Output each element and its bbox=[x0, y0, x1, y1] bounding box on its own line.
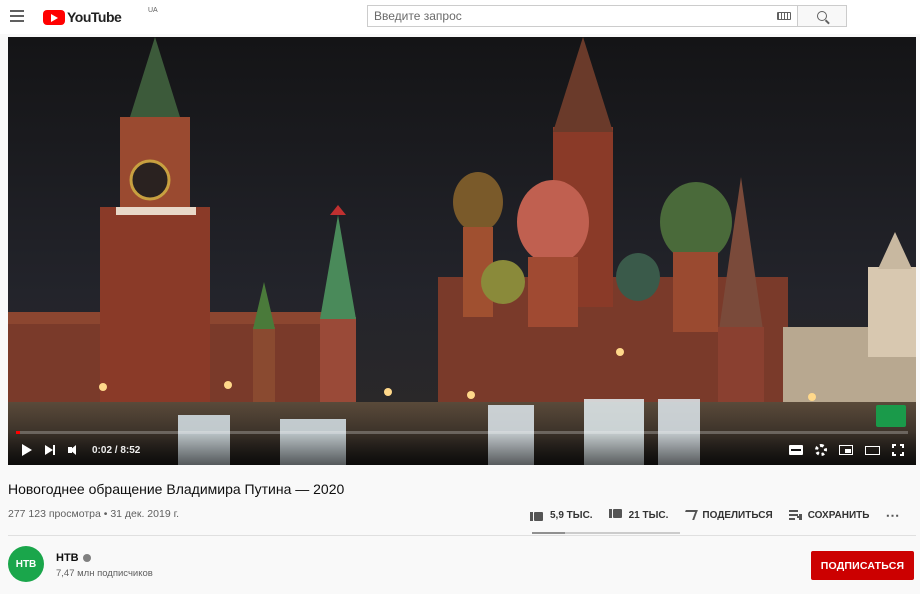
youtube-logo[interactable]: YouTube UA bbox=[43, 7, 158, 26]
share-button[interactable]: ПОДЕЛИТЬСЯ bbox=[682, 509, 773, 521]
player-controls: 0:02 / 8:52 bbox=[8, 431, 916, 465]
channel-name-row: НТВ bbox=[56, 552, 91, 564]
search-button[interactable] bbox=[797, 5, 847, 27]
save-button[interactable]: СОХРАНИТЬ bbox=[788, 509, 870, 521]
controls-left: 0:02 / 8:52 bbox=[18, 441, 140, 459]
keyboard-icon[interactable] bbox=[777, 12, 791, 20]
playlist-add-icon bbox=[788, 510, 802, 520]
progress-played bbox=[16, 431, 20, 434]
channel-avatar[interactable]: НТВ bbox=[8, 546, 44, 582]
controls-right bbox=[789, 441, 904, 459]
sentiment-bar bbox=[532, 532, 680, 534]
theater-mode-icon[interactable] bbox=[865, 445, 880, 455]
subscriber-count: 7,47 млн подписчиков bbox=[56, 568, 153, 579]
miniplayer-icon[interactable] bbox=[839, 445, 853, 455]
dislike-count: 21 ТЫС. bbox=[628, 509, 669, 521]
video-frame-red-square-night bbox=[8, 37, 916, 465]
more-actions-icon[interactable]: ⋯ bbox=[885, 507, 900, 524]
video-title: Новогоднее обращение Владимира Путина — … bbox=[8, 481, 345, 497]
next-video-icon[interactable] bbox=[44, 444, 56, 456]
settings-gear-icon[interactable] bbox=[815, 444, 827, 456]
logo-text: YouTube bbox=[67, 9, 122, 25]
thumbs-down-icon bbox=[608, 509, 623, 521]
search-input[interactable] bbox=[374, 9, 777, 23]
dislike-button[interactable]: 21 ТЫС. bbox=[608, 509, 669, 521]
youtube-play-logo-icon bbox=[43, 9, 65, 25]
progress-bar[interactable] bbox=[16, 431, 908, 434]
share-label: ПОДЕЛИТЬСЯ bbox=[702, 509, 773, 521]
share-arrow-icon bbox=[682, 510, 699, 520]
search-box bbox=[367, 5, 797, 27]
save-label: СОХРАНИТЬ bbox=[807, 509, 870, 521]
verified-icon bbox=[82, 554, 91, 562]
menu-icon[interactable] bbox=[10, 10, 24, 22]
video-player[interactable]: 0:02 / 8:52 bbox=[8, 37, 916, 465]
country-code: UA bbox=[148, 7, 158, 14]
time-display: 0:02 / 8:52 bbox=[92, 444, 141, 456]
subscribe-button[interactable]: ПОДПИСАТЬСЯ bbox=[811, 551, 914, 580]
like-button[interactable]: 5,9 ТЫС. bbox=[530, 509, 593, 521]
masthead: YouTube UA bbox=[0, 0, 920, 34]
divider bbox=[8, 535, 916, 536]
channel-watermark-logo[interactable] bbox=[876, 405, 906, 427]
fullscreen-icon[interactable] bbox=[892, 444, 904, 456]
search-bar bbox=[367, 5, 847, 27]
play-icon[interactable] bbox=[22, 444, 32, 456]
volume-icon[interactable] bbox=[68, 444, 80, 456]
thumbs-up-icon bbox=[530, 509, 544, 521]
video-actions: 5,9 ТЫС. 21 ТЫС. ПОДЕЛИТЬСЯ СОХРАНИТЬ ⋯ bbox=[530, 500, 900, 530]
video-meta: 277 123 просмотра • 31 дек. 2019 г. bbox=[8, 508, 180, 520]
channel-name[interactable]: НТВ bbox=[56, 552, 79, 564]
search-icon bbox=[817, 11, 827, 21]
sentiment-like-fill bbox=[532, 532, 565, 534]
like-count: 5,9 ТЫС. bbox=[550, 509, 593, 521]
subtitles-icon[interactable] bbox=[789, 445, 803, 455]
